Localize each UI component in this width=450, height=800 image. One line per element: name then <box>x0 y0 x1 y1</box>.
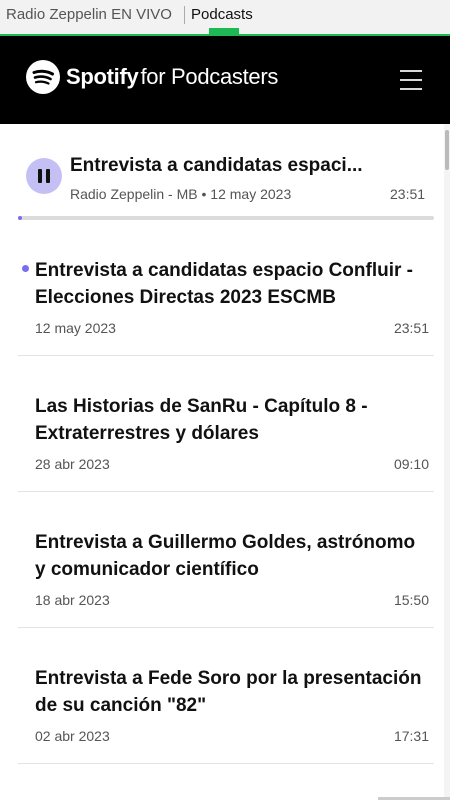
episode-title[interactable]: Las Historias de SanRu - Capítulo 8 - Ex… <box>35 393 425 447</box>
brand-suffix: for Podcasters <box>140 64 279 89</box>
brand-wordmark[interactable]: Spotifyfor Podcasters <box>66 64 278 90</box>
tab-bar: Radio Zeppelin EN VIVO Podcasts <box>0 0 450 36</box>
episode-title[interactable]: Entrevista a Fede Soro por la presentaci… <box>35 665 425 719</box>
brand-name: Spotify <box>66 64 139 89</box>
active-tab-indicator <box>209 28 239 34</box>
episode-date: 12 may 2023 <box>35 320 116 336</box>
new-episode-dot <box>22 265 29 272</box>
now-playing-duration: 23:51 <box>390 186 426 202</box>
app-header: Spotifyfor Podcasters <box>0 36 450 124</box>
episode-item[interactable]: Entrevista a candidatas espacio Confluir… <box>18 220 434 356</box>
episode-title[interactable]: Entrevista a candidatas espacio Confluir… <box>35 257 425 311</box>
episode-item[interactable]: Entrevista a Guillermo Goldes, astrónomo… <box>18 492 434 628</box>
pause-button[interactable] <box>26 158 62 194</box>
episode-duration: 09:10 <box>393 456 429 472</box>
episode-date: 28 abr 2023 <box>35 456 110 472</box>
tab-radio-zeppelin[interactable]: Radio Zeppelin EN VIVO <box>6 6 172 23</box>
episode-duration: 23:51 <box>393 320 429 336</box>
tab-divider <box>184 6 185 24</box>
scrollbar-track[interactable] <box>444 124 450 800</box>
scrollbar-thumb[interactable] <box>445 130 449 170</box>
now-playing-bar: Entrevista a candidatas espaci... Radio … <box>0 124 444 220</box>
episode-title[interactable]: Entrevista a Guillermo Goldes, astrónomo… <box>35 529 425 583</box>
spotify-logo-icon[interactable] <box>26 60 60 94</box>
episode-duration: 17:31 <box>393 728 429 744</box>
tab-podcasts[interactable]: Podcasts <box>191 6 253 23</box>
episode-date: 02 abr 2023 <box>35 728 110 744</box>
episode-item[interactable]: Las Historias de SanRu - Capítulo 8 - Ex… <box>18 356 434 492</box>
hamburger-menu-icon[interactable] <box>400 70 424 90</box>
episode-duration: 15:50 <box>393 592 429 608</box>
episode-item[interactable]: Entrevista a Fede Soro por la presentaci… <box>18 628 434 764</box>
episode-date: 18 abr 2023 <box>35 592 110 608</box>
now-playing-title: Entrevista a candidatas espaci... <box>70 155 363 176</box>
now-playing-meta: Radio Zeppelin - MB • 12 may 2023 <box>70 186 292 202</box>
